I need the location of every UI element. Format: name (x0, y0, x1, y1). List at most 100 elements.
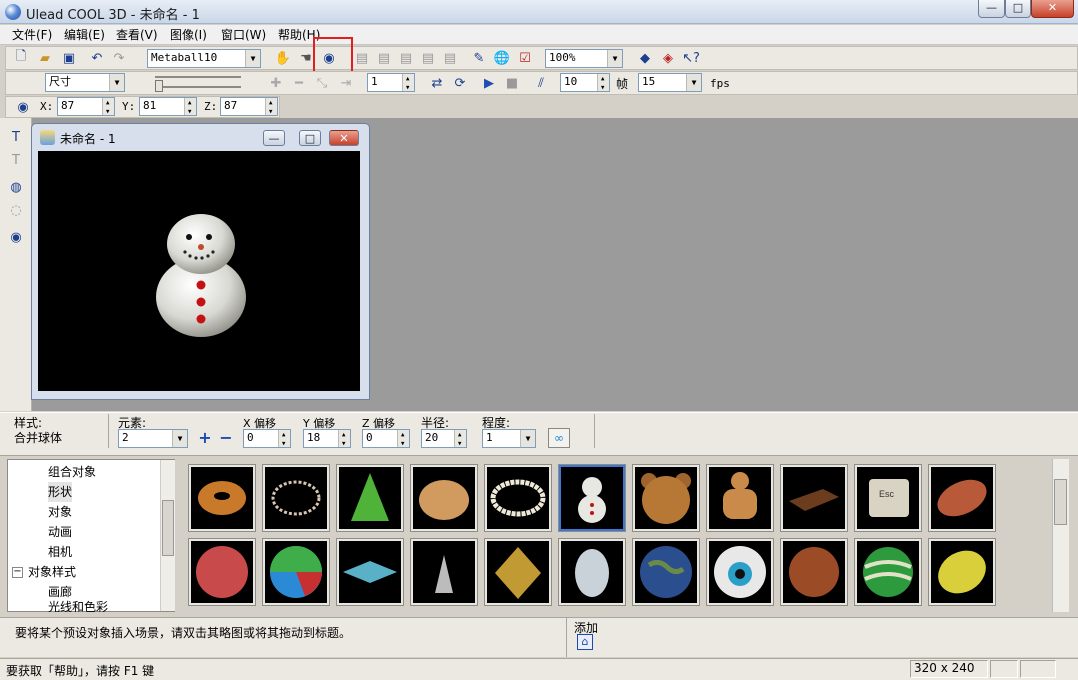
tree-item-selected[interactable]: 形状 (48, 482, 73, 502)
insert-geometry-icon[interactable]: ◍ (7, 178, 25, 196)
z-offset-input[interactable]: 0 (362, 427, 410, 452)
tree-scrollbar[interactable] (160, 460, 175, 611)
chart-icon[interactable]: ☑ (516, 49, 534, 67)
ping-pong-icon[interactable]: ⟳ (451, 74, 469, 92)
element-select[interactable]: 2 ▼ (118, 429, 188, 448)
thumb-pearl-ring[interactable] (484, 464, 552, 532)
thumb-egg[interactable] (558, 538, 626, 606)
maximize-button[interactable]: □ (1005, 0, 1031, 18)
tree-item[interactable]: 相机 (48, 542, 72, 562)
y-offset-spinner[interactable] (338, 427, 350, 452)
thumb-donut[interactable] (188, 464, 256, 532)
zoom-select[interactable]: 100% ▼ (545, 49, 623, 68)
undo-icon[interactable]: ↶ (88, 49, 106, 67)
menu-image[interactable]: 图像(I) (170, 27, 207, 43)
z-input[interactable]: 87 (220, 95, 278, 120)
doc-minimize-button[interactable]: — (263, 130, 285, 146)
align-4-icon[interactable]: ▤ (419, 49, 437, 67)
save-icon[interactable]: ▣ (60, 49, 78, 67)
mode-select[interactable]: 尺寸 ▼ (45, 73, 125, 92)
align-2-icon[interactable]: ▤ (375, 49, 393, 67)
thumb-spike-cone[interactable] (410, 538, 478, 606)
thumb-football[interactable] (928, 464, 996, 532)
new-file-icon[interactable]: 🗋 (12, 49, 30, 67)
frame-spinner[interactable] (402, 71, 414, 96)
thumb-ring[interactable] (262, 464, 330, 532)
y-offset-input[interactable]: 18 (303, 427, 351, 452)
y-spinner[interactable] (184, 95, 196, 120)
radius-spinner[interactable] (454, 427, 466, 452)
thumb-swirl[interactable] (410, 464, 478, 532)
x-offset-spinner[interactable] (278, 427, 290, 452)
align-3-icon[interactable]: ▤ (397, 49, 415, 67)
align-1-icon[interactable]: ▤ (353, 49, 371, 67)
shift-icon[interactable]: ⇥ (337, 74, 355, 92)
thumb-pyramid-face[interactable] (484, 538, 552, 606)
thumb-esc-key[interactable]: Esc (854, 464, 922, 532)
add-element-button[interactable]: + (197, 430, 213, 446)
x-offset-input[interactable]: 0 (243, 427, 291, 452)
menu-edit[interactable]: 编辑(E) (64, 27, 105, 43)
thumb-cone-tree[interactable] (336, 464, 404, 532)
degree-select[interactable]: 1 ▼ (482, 429, 536, 448)
chevron-down-icon[interactable]: ▼ (172, 430, 187, 447)
minimize-button[interactable]: — (978, 0, 1005, 18)
menu-view[interactable]: 查看(V) (116, 27, 158, 43)
app-icon[interactable] (5, 4, 21, 20)
add-keyframe-icon[interactable]: ✚ (267, 74, 285, 92)
timeline-slider[interactable] (137, 72, 259, 94)
x-spinner[interactable] (102, 95, 114, 120)
gallery-scrollbar[interactable] (1052, 459, 1069, 612)
scene-viewport[interactable] (38, 151, 360, 391)
doc-close-button[interactable]: ✕ (329, 130, 359, 146)
edit-geometry-icon[interactable]: ◌ (7, 201, 25, 219)
chevron-down-icon[interactable]: ▼ (686, 74, 701, 91)
object-select[interactable]: Metaball10 ▼ (147, 49, 261, 68)
chevron-down-icon[interactable]: ▼ (109, 74, 124, 91)
radius-input[interactable]: 20 (421, 427, 467, 452)
thumb-eyeball[interactable] (706, 538, 774, 606)
thumb-lemon[interactable] (928, 538, 996, 606)
tree-item[interactable]: 对象样式 (28, 562, 76, 582)
speed-spinner[interactable] (597, 71, 609, 96)
coord-mode-icon[interactable]: ◉ (14, 98, 32, 116)
render-icon[interactable]: ◈ (659, 49, 677, 67)
thumb-gingerbread[interactable] (706, 464, 774, 532)
open-folder-icon[interactable]: ▰ (36, 49, 54, 67)
menu-file[interactable]: 文件(F) (12, 27, 52, 43)
tree-item[interactable]: 画廊 (48, 582, 72, 602)
edit-text-icon[interactable]: T (7, 151, 25, 169)
context-help-icon[interactable]: ↖? (682, 49, 700, 67)
chevron-down-icon[interactable]: ▼ (607, 50, 622, 67)
tree-item[interactable]: 光线和色彩 (48, 600, 108, 612)
play-icon[interactable]: ▶ (480, 74, 498, 92)
thumb-snowman[interactable] (558, 464, 626, 532)
thumb-beach-ball[interactable] (262, 538, 330, 606)
thumb-melon[interactable] (854, 538, 922, 606)
gallery-scroll-thumb[interactable] (1054, 479, 1067, 525)
insert-shape-icon[interactable]: ◉ (7, 228, 25, 246)
collapse-icon[interactable]: − (12, 567, 23, 578)
z-offset-spinner[interactable] (397, 427, 409, 452)
thumb-basketball[interactable] (188, 538, 256, 606)
reverse-icon[interactable]: ⤡ (313, 74, 331, 92)
thumb-chocolate[interactable] (780, 464, 848, 532)
z-spinner[interactable] (265, 95, 277, 120)
insert-text-icon[interactable]: T (7, 128, 25, 146)
stop-icon[interactable]: ■ (503, 74, 521, 92)
y-input[interactable]: 81 (139, 95, 197, 120)
globe-icon[interactable]: 🌐 (493, 49, 511, 67)
link-icon[interactable]: ∞ (548, 428, 570, 448)
chevron-down-icon[interactable]: ▼ (245, 50, 260, 67)
slider-thumb[interactable] (155, 80, 163, 92)
frame-input[interactable]: 1 (367, 71, 415, 96)
loop-icon[interactable]: ⇄ (428, 74, 446, 92)
tree-item[interactable]: 组合对象 (48, 462, 96, 482)
remove-keyframe-icon[interactable]: ━ (290, 74, 308, 92)
doc-maximize-button[interactable]: □ (299, 130, 321, 146)
x-input[interactable]: 87 (57, 95, 115, 120)
fps-select[interactable]: 15 ▼ (638, 73, 702, 92)
easypalette-tree[interactable]: 组合对象 形状 对象 动画 相机 − 对象样式 画廊 光线和色彩 (7, 459, 175, 612)
thumb-cookie[interactable] (780, 538, 848, 606)
thumb-earth[interactable] (632, 538, 700, 606)
